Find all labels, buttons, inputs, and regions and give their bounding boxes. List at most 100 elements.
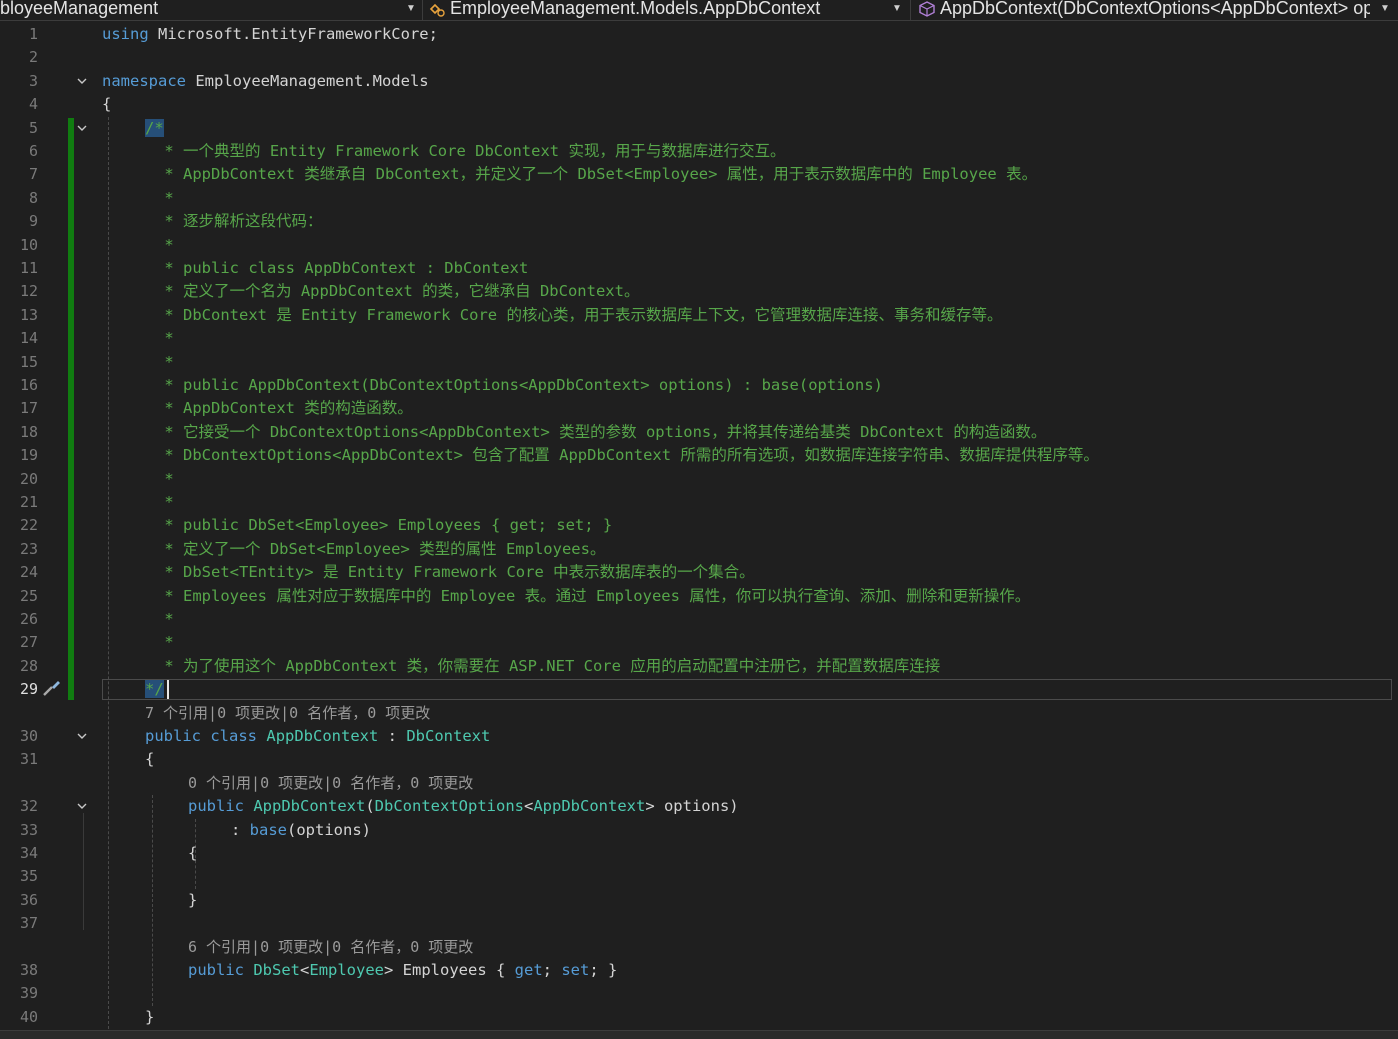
code-line[interactable]: 20 * <box>0 468 1398 491</box>
line-number: 34 <box>19 844 38 862</box>
code-line[interactable]: 1 using Microsoft.EntityFrameworkCore; <box>0 23 1398 46</box>
code-line[interactable]: 19 * DbContextOptions<AppDbContext> 包含了配… <box>0 444 1398 467</box>
code-line[interactable]: 25 * Employees 属性对应于数据库中的 Employee 表。通过 … <box>0 585 1398 608</box>
member-scope-dropdown[interactable]: AppDbContext(DbContextOptions<AppDbConte… <box>918 0 1370 20</box>
code-line[interactable]: 35 <box>0 865 1398 888</box>
project-dropdown[interactable]: bloyeeManagement <box>0 0 400 20</box>
code-text: * 逐步解析这段代码： <box>155 210 322 233</box>
code-line[interactable]: 6 * 一个典型的 Entity Framework Core DbContex… <box>0 140 1398 163</box>
chevron-down-icon[interactable] <box>77 731 87 741</box>
line-number: 22 <box>19 516 38 535</box>
codelens-references[interactable]: 0 个引用|0 项更改|0 名作者，0 项更改 <box>188 772 473 795</box>
chevron-down-icon[interactable] <box>77 801 87 811</box>
code-text: * <box>155 491 173 514</box>
line-number: 28 <box>19 656 38 675</box>
fold-range-line <box>83 813 84 931</box>
comment-token: * <box>155 633 174 652</box>
code-line[interactable]: 26 * <box>0 608 1398 631</box>
code-line[interactable]: 15 * <box>0 351 1398 374</box>
code-line[interactable]: 27 * <box>0 631 1398 654</box>
code-token: } <box>145 1007 155 1026</box>
codelens-references[interactable]: 6 个引用|0 项更改|0 名作者，0 项更改 <box>188 936 473 959</box>
line-number: 27 <box>19 633 38 652</box>
chevron-down-icon[interactable] <box>77 123 87 133</box>
code-line[interactable]: 33: base(options) <box>0 819 1398 842</box>
code-line[interactable]: 10 * <box>0 234 1398 257</box>
code-text: * DbContextOptions<AppDbContext> 包含了配置 A… <box>155 444 1099 467</box>
line-number: 29 <box>19 680 38 699</box>
code-line[interactable]: 12 * 定义了一个名为 AppDbContext 的类，它继承自 DbCont… <box>0 280 1398 303</box>
chevron-down-icon[interactable]: ▼ <box>406 1 416 17</box>
code-line[interactable]: 17 * AppDbContext 类的构造函数。 <box>0 397 1398 420</box>
code-line[interactable]: 13 * DbContext 是 Entity Framework Core 的… <box>0 304 1398 327</box>
code-text: : base(options) <box>231 819 371 842</box>
code-line[interactable]: 37 <box>0 912 1398 935</box>
code-line[interactable]: 5 /* <box>0 117 1398 140</box>
code-line[interactable]: 16 * public AppDbContext(DbContextOption… <box>0 374 1398 397</box>
line-number: 17 <box>19 399 38 418</box>
comment-token: * public class AppDbContext : DbContext <box>155 259 529 277</box>
codelens-references[interactable]: 7 个引用|0 项更改|0 名作者，0 项更改 <box>145 702 430 725</box>
type-token: DbSet <box>253 961 301 979</box>
code-line[interactable]: 4{ <box>0 93 1398 116</box>
text-caret <box>167 680 169 700</box>
keyword-token: public <box>188 961 244 979</box>
code-line[interactable]: 11 * public class AppDbContext : DbConte… <box>0 257 1398 280</box>
navigation-bar: bloyeeManagement ▼ EmployeeManagement.Mo… <box>0 0 1398 21</box>
line-number: 16 <box>19 376 38 394</box>
type-scope-dropdown[interactable]: EmployeeManagement.Models.AppDbContext <box>428 0 884 20</box>
code-line[interactable]: 3 namespace EmployeeManagement.Models <box>0 70 1398 93</box>
code-editor[interactable]: 1 using Microsoft.EntityFrameworkCore; 2 3 n… <box>0 22 1398 1030</box>
code-line[interactable]: 18 * 它接受一个 DbContextOptions<AppDbContext… <box>0 421 1398 444</box>
code-line[interactable]: 24 * DbSet<TEntity> 是 Entity Framework C… <box>0 561 1398 584</box>
code-text: { <box>188 842 197 865</box>
code-line[interactable]: 40} <box>0 1006 1398 1029</box>
code-line[interactable]: 38 public DbSet<Employee> Employees { get… <box>0 959 1398 982</box>
keyword-token: namespace <box>102 71 186 90</box>
code-line[interactable]: 2 <box>0 46 1398 69</box>
quick-actions-brush-icon[interactable] <box>40 677 62 699</box>
line-number: 6 <box>28 142 38 160</box>
code-line[interactable]: 14 * <box>0 327 1398 350</box>
code-text: * DbSet<TEntity> 是 Entity Framework Core… <box>155 561 754 584</box>
code-text: * public AppDbContext(DbContextOptions<A… <box>155 374 883 397</box>
code-text: * AppDbContext 类的构造函数。 <box>155 397 412 420</box>
code-text: * <box>155 327 174 350</box>
code-text: } <box>188 889 197 912</box>
comment-token: * <box>155 610 174 628</box>
code-text: * public DbSet<Employee> Employees { get… <box>155 514 612 537</box>
comment-token: * <box>155 188 174 207</box>
chevron-down-icon[interactable]: ▼ <box>892 1 902 17</box>
code-line[interactable]: 9 * 逐步解析这段代码： <box>0 210 1398 233</box>
member-scope-label: AppDbContext(DbContextOptions<AppDbConte… <box>940 0 1370 18</box>
line-number: 37 <box>19 914 38 933</box>
code-line[interactable]: 8 * <box>0 187 1398 210</box>
code-text: * public class AppDbContext : DbContext <box>155 257 528 280</box>
code-line[interactable]: 32 public AppDbContext(DbContextOptions<A… <box>0 795 1398 818</box>
type-token: DbContext <box>406 727 491 745</box>
code-line[interactable]: 23 * 定义了一个 DbSet<Employee> 类型的属性 Employe… <box>0 538 1398 561</box>
code-line[interactable]: 7 * AppDbContext 类继承自 DbContext，并定义了一个 D… <box>0 163 1398 186</box>
keyword-token: public <box>145 727 201 745</box>
code-token: ; <box>542 961 562 979</box>
code-line[interactable]: 36} <box>0 889 1398 912</box>
comment-token: * 为了使用这个 AppDbContext 类，你需要在 ASP.NET Cor… <box>155 656 941 675</box>
code-line[interactable]: 29 */ <box>0 678 1398 701</box>
code-line[interactable]: 39 <box>0 982 1398 1005</box>
code-line[interactable]: 28 * 为了使用这个 AppDbContext 类，你需要在 ASP.NET … <box>0 655 1398 678</box>
comment-token: * 一个典型的 Entity Framework Core DbContext … <box>155 142 786 160</box>
comment-token: * 定义了一个 DbSet<Employee> 类型的属性 Employees。 <box>155 539 606 558</box>
chevron-down-icon[interactable]: ▼ <box>1380 1 1390 17</box>
comment-token: * <box>155 329 174 348</box>
code-text: * Employees 属性对应于数据库中的 Employee 表。通过 Emp… <box>155 585 1030 608</box>
selected-text: /* <box>145 118 164 137</box>
code-line[interactable]: 34 { <box>0 842 1398 865</box>
code-line[interactable]: 21 * <box>0 491 1398 514</box>
code-line[interactable]: 31 { <box>0 748 1398 771</box>
code-line[interactable]: 22 * public DbSet<Employee> Employees { … <box>0 514 1398 537</box>
code-line[interactable]: 30 public class AppDbContext : DbContext <box>0 725 1398 748</box>
chevron-down-icon[interactable] <box>77 76 87 86</box>
type-scope-label: EmployeeManagement.Models.AppDbContext <box>450 0 821 18</box>
type-token: AppDbContext <box>533 797 646 816</box>
